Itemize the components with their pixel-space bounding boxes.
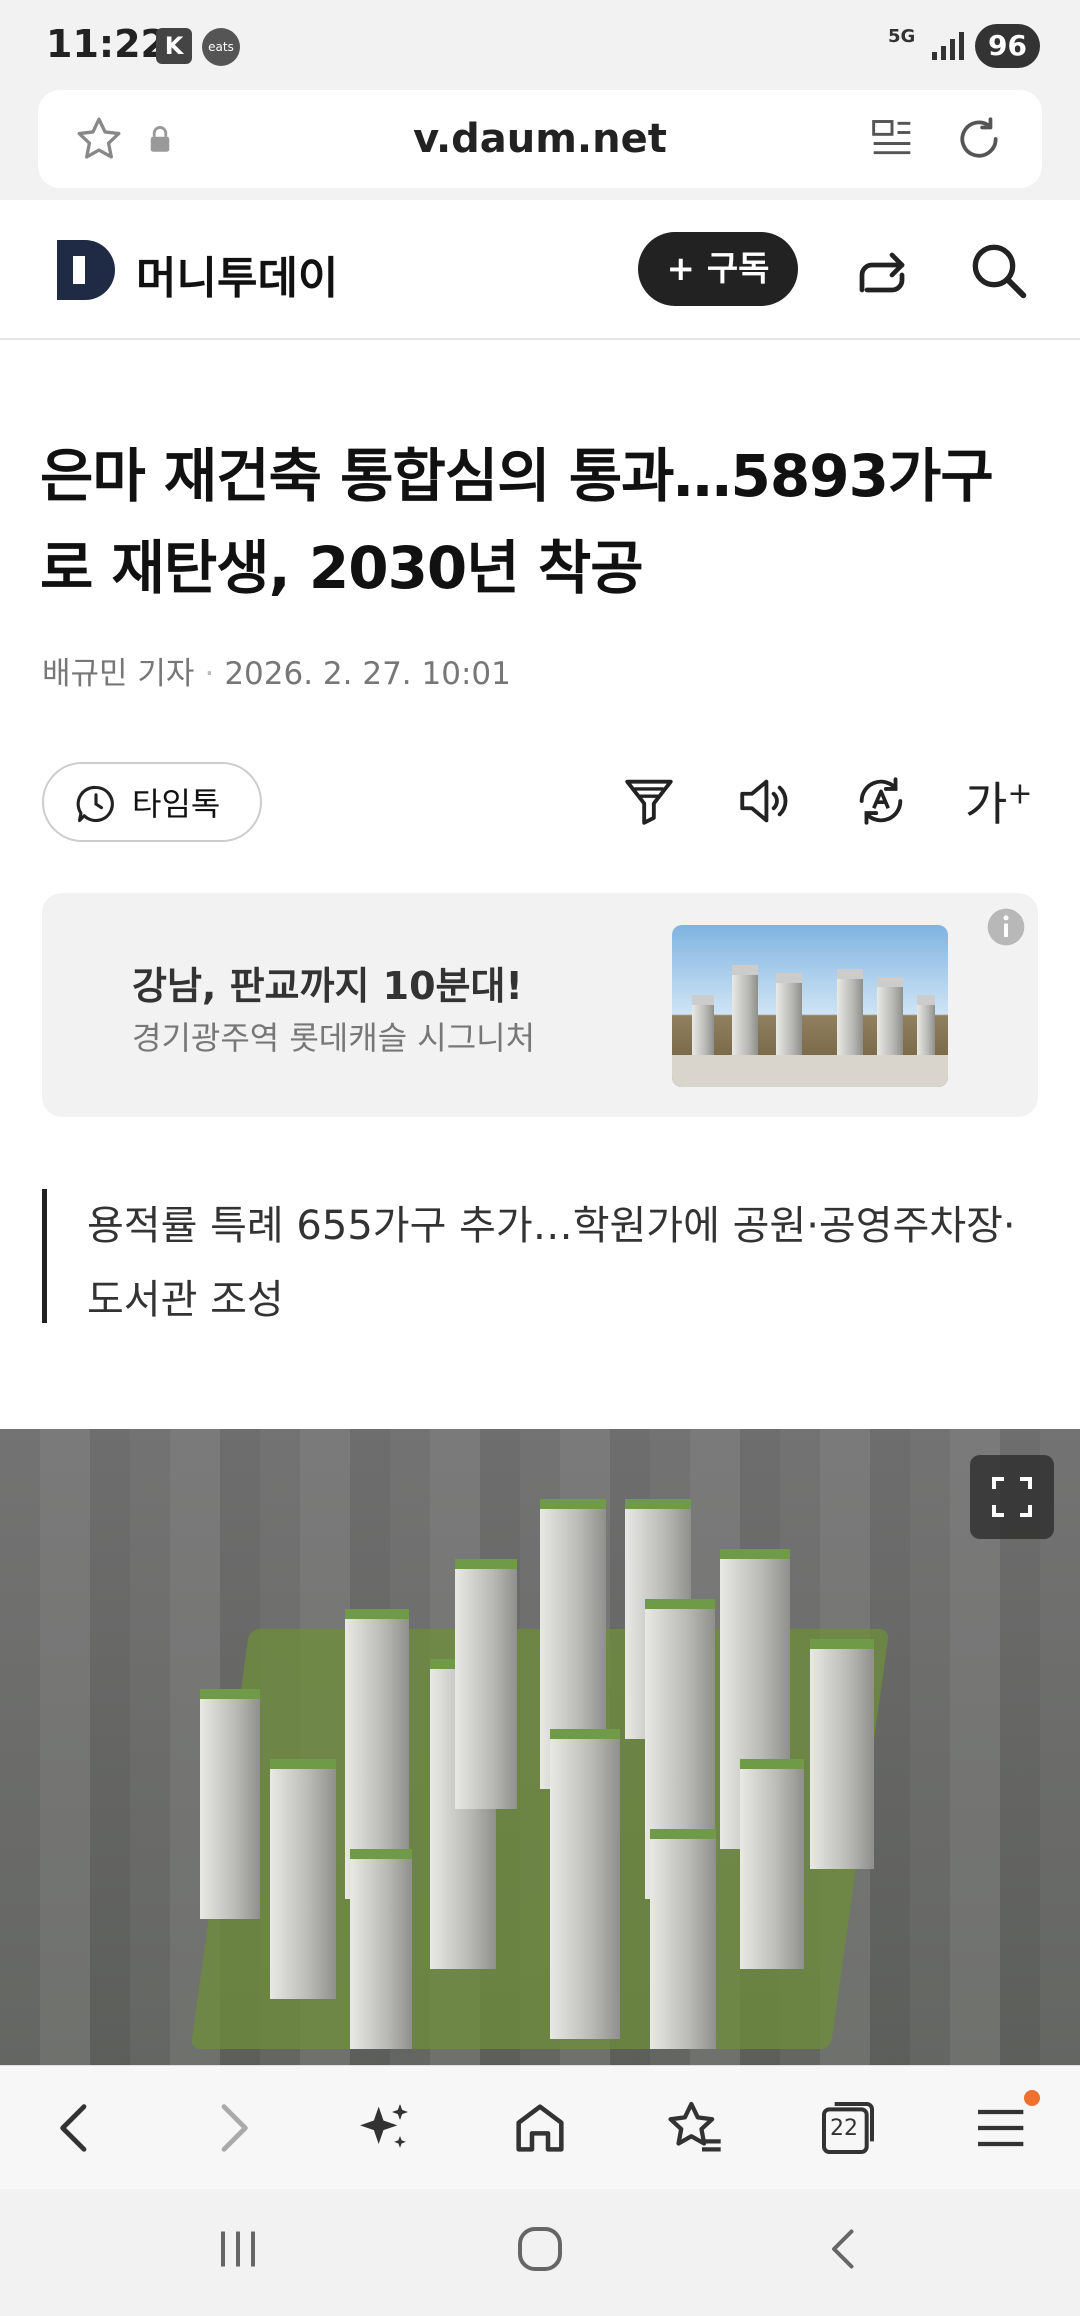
expand-image-button[interactable] bbox=[970, 1455, 1054, 1539]
timetalk-button[interactable]: 타임톡 bbox=[42, 762, 262, 842]
battery-indicator: 96 bbox=[975, 24, 1040, 68]
browser-bottom-nav: 22 bbox=[0, 2065, 1080, 2190]
author-name[interactable]: 배규민 기자 bbox=[42, 656, 194, 692]
ai-sparkle-icon[interactable] bbox=[352, 2096, 416, 2160]
search-icon[interactable] bbox=[966, 238, 1030, 302]
fullscreen-icon bbox=[992, 1477, 1032, 1517]
font-size-icon[interactable]: 가+ bbox=[965, 768, 1035, 831]
article-byline: 배규민 기자 · 2026. 2. 27. 10:01 bbox=[42, 648, 511, 693]
status-bar: 11:22 K eats 5G 96 bbox=[0, 0, 1080, 90]
ad-image[interactable] bbox=[672, 925, 948, 1087]
article-page: 머니투데이 + 구독 은마 재건축 통합심의 통과…5893가구로 재탄생, 2… bbox=[0, 200, 1080, 2065]
bookmarks-icon[interactable] bbox=[662, 2096, 726, 2160]
menu-button[interactable] bbox=[970, 2090, 1040, 2160]
system-nav-bar bbox=[0, 2189, 1080, 2316]
home-button-icon[interactable] bbox=[510, 2219, 570, 2279]
reader-mode-icon[interactable] bbox=[870, 116, 914, 160]
forward-icon[interactable] bbox=[200, 2096, 264, 2160]
app-k-icon: K bbox=[156, 28, 192, 64]
recent-apps-icon[interactable] bbox=[208, 2219, 268, 2279]
clock-chat-icon bbox=[76, 785, 114, 823]
network-type: 5G bbox=[888, 26, 916, 47]
byline-separator: · bbox=[204, 656, 215, 692]
publish-date: 2026. 2. 27. 10:01 bbox=[224, 656, 511, 692]
system-back-icon[interactable] bbox=[814, 2219, 874, 2279]
font-size-plus: + bbox=[1007, 776, 1033, 812]
timetalk-label: 타임톡 bbox=[132, 785, 221, 823]
tabs-count: 22 bbox=[830, 2116, 858, 2141]
share-icon[interactable] bbox=[852, 240, 912, 300]
back-icon[interactable] bbox=[44, 2096, 108, 2160]
ad-banner[interactable]: 강남, 판교까지 10분대! 경기광주역 롯데캐슬 시그니처 bbox=[42, 893, 1038, 1117]
tabs-button[interactable]: 22 bbox=[816, 2096, 880, 2160]
home-icon[interactable] bbox=[508, 2096, 572, 2160]
menu-icon bbox=[978, 2109, 1024, 2147]
notification-dot bbox=[1024, 2090, 1040, 2106]
subscribe-button[interactable]: + 구독 bbox=[638, 232, 798, 306]
star-icon[interactable] bbox=[74, 114, 124, 164]
summary-text: 용적률 특례 655가구 추가…학원가에 공원·공영주차장·도서관 조성 bbox=[87, 1203, 1016, 1323]
info-icon[interactable] bbox=[986, 907, 1026, 947]
article-headline: 은마 재건축 통합심의 통과…5893가구로 재탄생, 2030년 착공 bbox=[40, 442, 994, 602]
status-time: 11:22 bbox=[46, 22, 167, 66]
filter-icon[interactable] bbox=[620, 772, 678, 830]
ad-subtitle[interactable]: 경기광주역 롯데캐슬 시그니처 bbox=[132, 1013, 535, 1059]
ad-title[interactable]: 강남, 판교까지 10분대! bbox=[132, 955, 523, 1010]
lock-icon bbox=[150, 126, 170, 152]
site-name[interactable]: 머니투데이 bbox=[136, 242, 338, 306]
translate-icon[interactable] bbox=[852, 772, 910, 830]
url-bar[interactable]: v.daum.net bbox=[38, 90, 1042, 188]
reload-icon[interactable] bbox=[954, 114, 1004, 164]
font-size-label: 가 bbox=[965, 777, 1008, 831]
speaker-icon[interactable] bbox=[735, 772, 793, 830]
article-summary: 용적률 특례 655가구 추가…학원가에 공원·공영주차장·도서관 조성 bbox=[42, 1189, 1043, 1323]
site-header: 머니투데이 + 구독 bbox=[0, 200, 1080, 340]
signal-icon bbox=[932, 32, 964, 60]
app-eats-icon: eats bbox=[202, 28, 240, 66]
article-image[interactable] bbox=[0, 1429, 1080, 2065]
site-logo[interactable] bbox=[55, 238, 117, 302]
